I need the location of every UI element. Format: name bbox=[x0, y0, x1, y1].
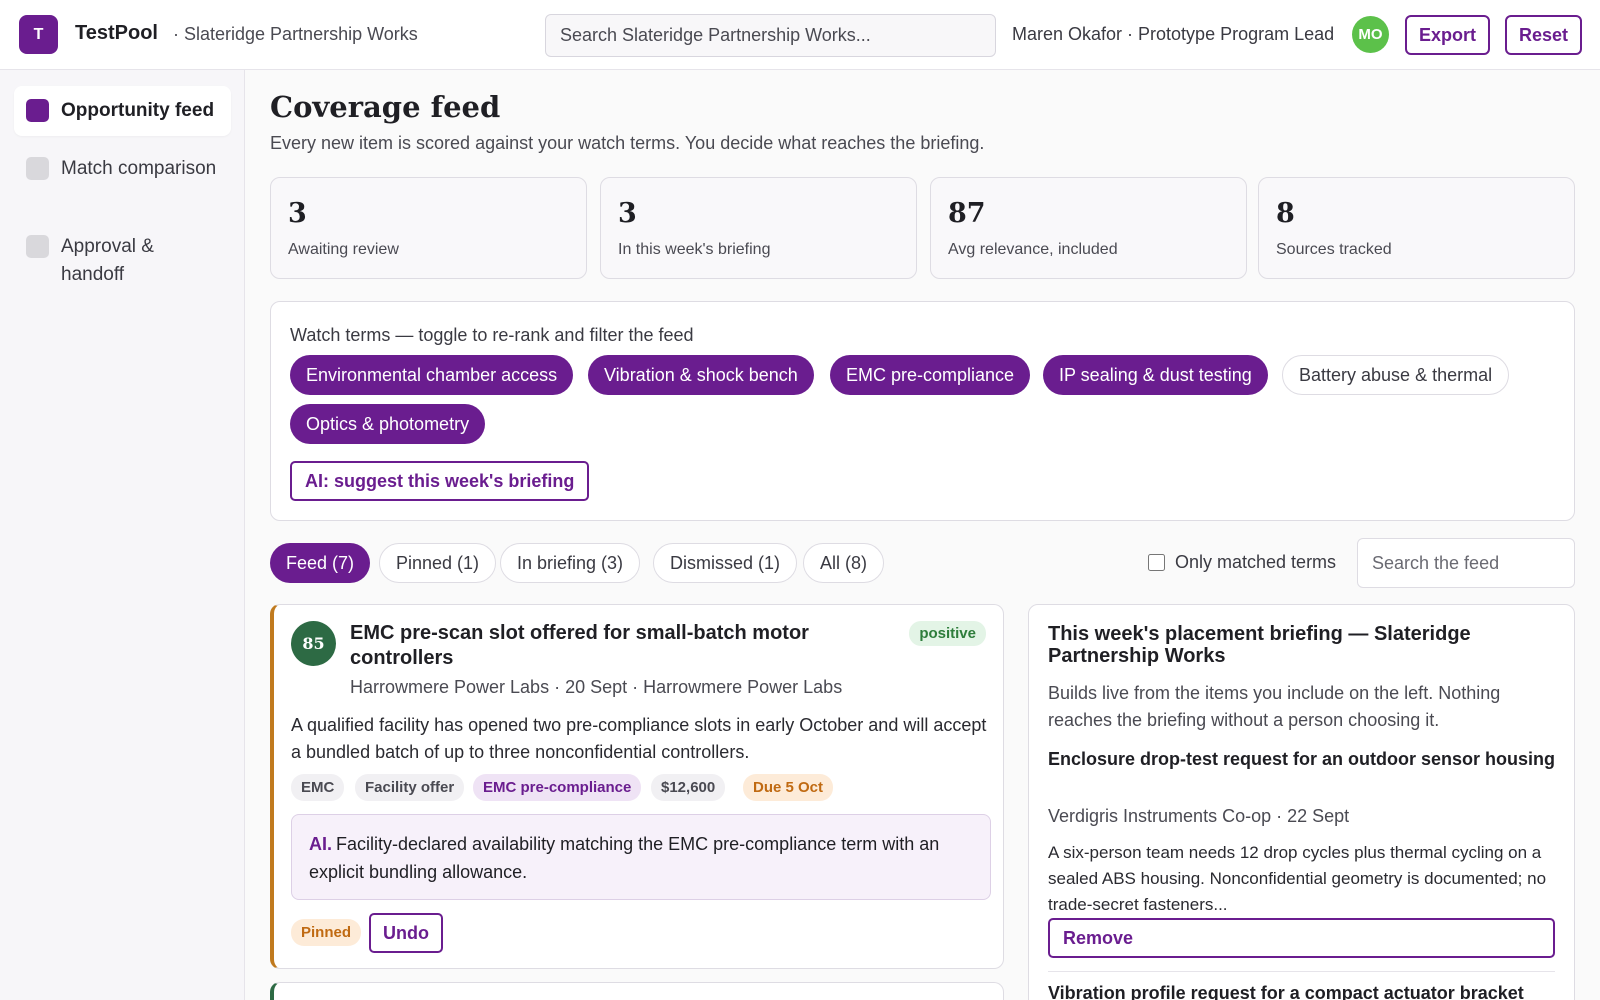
divider bbox=[1048, 971, 1555, 972]
stat-value: 87 bbox=[948, 198, 986, 229]
stat-sources-tracked: 8 Sources tracked bbox=[1258, 177, 1575, 279]
stat-label: Awaiting review bbox=[288, 241, 399, 258]
export-button[interactable]: Export bbox=[1405, 15, 1491, 55]
card-meta: Harrowmere Power Labs · 20 Sept · Harrow… bbox=[350, 677, 843, 697]
watch-term-chip[interactable]: EMC pre-compliance bbox=[830, 355, 1031, 395]
app-name: TestPool bbox=[75, 22, 158, 44]
only-matched-label: Only matched terms bbox=[1175, 552, 1337, 572]
sentiment-badge: positive bbox=[909, 621, 986, 646]
briefing-description: Builds live from the items you include o… bbox=[1048, 683, 1501, 730]
watch-terms-panel: Watch terms — toggle to re-rank and filt… bbox=[270, 301, 1575, 521]
global-search-input[interactable] bbox=[545, 14, 996, 57]
sidebar-item-match-comparison[interactable]: Match comparison bbox=[14, 144, 231, 194]
stat-label: In this week's briefing bbox=[618, 241, 771, 258]
avatar[interactable]: MO bbox=[1352, 16, 1389, 53]
stat-label: Sources tracked bbox=[1276, 241, 1392, 258]
card-tag: Facility offer bbox=[355, 774, 465, 801]
feed-search-input[interactable] bbox=[1357, 538, 1575, 588]
card-tag-matched-term: EMC pre-compliance bbox=[473, 774, 642, 801]
watch-term-chip[interactable]: Optics & photometry bbox=[290, 404, 486, 444]
card-tag-due-date: Due 5 Oct bbox=[743, 774, 834, 801]
page-title: Coverage feed bbox=[270, 90, 501, 124]
stat-value: 3 bbox=[618, 198, 637, 229]
watch-term-chip[interactable]: Vibration & shock bench bbox=[588, 355, 814, 395]
nav-square-icon bbox=[26, 235, 49, 258]
stat-value: 3 bbox=[288, 198, 307, 229]
page-subtitle: Every new item is scored against your wa… bbox=[270, 133, 985, 153]
card-tag-value: $12,600 bbox=[651, 774, 726, 801]
ai-rationale-text: Facility-declared availability matching … bbox=[309, 834, 940, 882]
ai-lead-label: AI. bbox=[309, 834, 333, 854]
tab-in-briefing[interactable]: In briefing (3) bbox=[500, 543, 641, 583]
undo-button[interactable]: Undo bbox=[369, 913, 443, 953]
tab-feed[interactable]: Feed (7) bbox=[270, 543, 371, 583]
app-header: T TestPool · Slateridge Partnership Work… bbox=[0, 0, 1600, 70]
card-tag: EMC bbox=[291, 774, 345, 801]
only-matched-checkbox[interactable] bbox=[1148, 554, 1165, 571]
remove-from-briefing-button[interactable]: Remove bbox=[1048, 918, 1555, 958]
briefing-item-meta: Verdigris Instruments Co-op · 22 Sept bbox=[1048, 806, 1350, 826]
ai-suggest-briefing-button[interactable]: AI: suggest this week's briefing bbox=[290, 461, 590, 501]
sidebar-item-approval-handoff[interactable]: Approval & handoff bbox=[14, 222, 231, 300]
tab-dismissed[interactable]: Dismissed (1) bbox=[653, 543, 798, 583]
stat-value: 8 bbox=[1276, 198, 1295, 229]
sidebar-item-label: Opportunity feed bbox=[61, 100, 215, 121]
briefing-panel: This week's placement briefing — Slateri… bbox=[1028, 604, 1575, 1000]
sidebar-item-opportunity-feed[interactable]: Opportunity feed bbox=[14, 86, 231, 136]
briefing-item-title: Enclosure drop-test request for an outdo… bbox=[1048, 749, 1556, 769]
only-matched-toggle[interactable]: Only matched terms bbox=[1148, 552, 1336, 573]
reset-button[interactable]: Reset bbox=[1505, 15, 1583, 55]
tab-pinned[interactable]: Pinned (1) bbox=[379, 543, 497, 583]
watch-term-chip[interactable]: Environmental chamber access bbox=[290, 355, 574, 395]
briefing-item-title: Vibration profile request for a compact … bbox=[1048, 983, 1524, 1000]
sidebar: Opportunity feed Match comparison Approv… bbox=[0, 70, 245, 1000]
briefing-title: This week's placement briefing — Slateri… bbox=[1048, 623, 1471, 667]
status-badge: Pinned bbox=[291, 919, 362, 946]
stat-avg-relevance: 87 Avg relevance, included bbox=[930, 177, 1247, 279]
card-body: A qualified facility has opened two pre-… bbox=[291, 715, 987, 762]
briefing-item-body: A six-person team needs 12 drop cycles p… bbox=[1048, 843, 1547, 914]
watch-term-chip[interactable]: IP sealing & dust testing bbox=[1043, 355, 1268, 395]
watch-term-chip[interactable]: Battery abuse & thermal bbox=[1282, 355, 1510, 395]
relevance-score-badge: 85 bbox=[291, 621, 336, 666]
feed-card[interactable]: 85 EMC pre-scan slot offered for small-b… bbox=[270, 604, 1004, 969]
nav-square-icon bbox=[26, 99, 49, 122]
stat-in-briefing: 3 In this week's briefing bbox=[600, 177, 917, 279]
org-name: · Slateridge Partnership Works bbox=[173, 24, 418, 44]
user-info: Maren Okafor · Prototype Program Lead bbox=[1012, 24, 1335, 44]
sidebar-item-label: Match comparison bbox=[61, 158, 217, 179]
sidebar-item-label: Approval & handoff bbox=[61, 236, 154, 285]
watch-terms-label: Watch terms — toggle to re-rank and filt… bbox=[290, 325, 694, 345]
app-logo: T bbox=[19, 15, 58, 54]
tab-all[interactable]: All (8) bbox=[803, 543, 885, 583]
stat-awaiting-review: 3 Awaiting review bbox=[270, 177, 587, 279]
nav-square-icon bbox=[26, 157, 49, 180]
feed-card[interactable] bbox=[270, 982, 1004, 1000]
stat-label: Avg relevance, included bbox=[948, 241, 1118, 258]
card-title[interactable]: EMC pre-scan slot offered for small-batc… bbox=[350, 621, 890, 671]
ai-rationale-note: AI. Facility-declared availability matchi… bbox=[291, 814, 991, 900]
